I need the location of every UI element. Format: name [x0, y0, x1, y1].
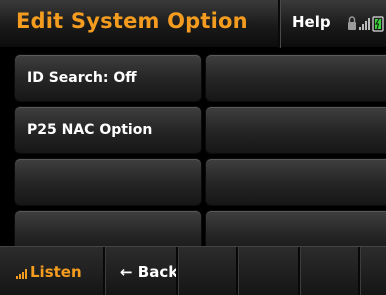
- signal-bars-icon: [16, 269, 27, 279]
- header-divider: [278, 0, 280, 48]
- lock-icon: [348, 16, 356, 30]
- footer-divider: [176, 247, 178, 295]
- option-button-p25-nac[interactable]: P25 NAC Option: [14, 106, 202, 154]
- option-label: ID Search: Off: [27, 70, 137, 86]
- signal-icon: [359, 18, 370, 30]
- listen-button[interactable]: Listen: [16, 263, 82, 281]
- page-title: Edit System Option: [16, 9, 248, 33]
- footer-divider: [358, 247, 360, 295]
- status-icons: [347, 14, 386, 34]
- battery-icon: [372, 16, 384, 32]
- option-button-empty[interactable]: [205, 158, 386, 206]
- footer-divider: [298, 247, 300, 295]
- option-button-empty[interactable]: [14, 158, 202, 206]
- option-button-empty[interactable]: [205, 106, 386, 154]
- option-button-empty[interactable]: [205, 54, 386, 102]
- listen-label: Listen: [30, 263, 82, 281]
- option-label: P25 NAC Option: [27, 122, 153, 138]
- option-button-id-search[interactable]: ID Search: Off: [14, 54, 202, 102]
- footer-divider: [103, 247, 105, 295]
- bottom-bar: Listen ← Back: [0, 246, 386, 295]
- back-button[interactable]: ← Back: [120, 263, 178, 281]
- title-bar: Edit System Option Help: [0, 0, 386, 48]
- help-button[interactable]: Help: [292, 13, 331, 31]
- footer-divider: [236, 247, 238, 295]
